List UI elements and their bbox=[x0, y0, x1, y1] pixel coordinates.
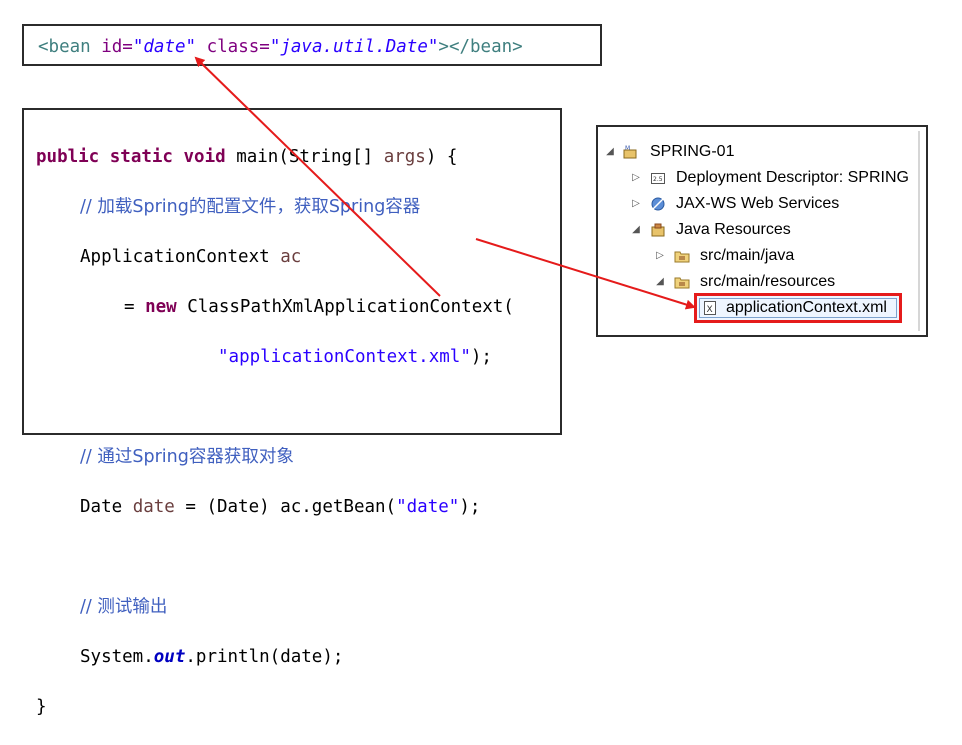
code-comment-load-config: // 加载Spring的配置文件，获取Spring容器 bbox=[80, 197, 421, 217]
source-folder-icon bbox=[674, 274, 690, 290]
svg-text:M: M bbox=[625, 145, 630, 152]
svg-text:2.5: 2.5 bbox=[653, 176, 663, 183]
web-services-icon bbox=[650, 196, 666, 212]
source-folder-icon bbox=[674, 248, 690, 264]
expanded-triangle-icon[interactable]: ◢ bbox=[654, 269, 666, 295]
tree-node-src-main-resources[interactable]: ◢ src/main/resources bbox=[598, 269, 926, 295]
code-line-println: System.out.println(date); bbox=[80, 647, 344, 667]
svg-text:X: X bbox=[707, 305, 713, 315]
config-filename-string: "applicationContext.xml" bbox=[218, 347, 471, 367]
code-line-close-brace: } bbox=[36, 697, 47, 717]
xml-class-attr: class= bbox=[206, 37, 270, 57]
xml-id-value: "date" bbox=[132, 37, 197, 57]
code-comment-get-object: // 通过Spring容器获取对象 bbox=[80, 447, 294, 467]
xml-file-icon: X bbox=[702, 300, 718, 316]
web-project-icon: M bbox=[622, 144, 638, 160]
java-code-snippet: public static void main(String[] args) {… bbox=[22, 108, 562, 717]
code-line-main-signature: public static void main(String[] args) { bbox=[36, 147, 458, 167]
tree-node-src-main-java[interactable]: ▷ src/main/java bbox=[598, 243, 926, 269]
tree-node-project[interactable]: ◢ M SPRING-01 bbox=[598, 139, 926, 165]
tree-node-deployment-descriptor[interactable]: ▷ 2.5 Deployment Descriptor: SPRING bbox=[598, 165, 926, 191]
xml-class-value: "java.util.Date" bbox=[269, 37, 439, 57]
expanded-triangle-icon[interactable]: ◢ bbox=[604, 139, 616, 165]
deployment-descriptor-icon: 2.5 bbox=[650, 170, 666, 186]
tree-node-jaxws[interactable]: ▷ JAX-WS Web Services bbox=[598, 191, 926, 217]
bean-id-string: "date" bbox=[396, 497, 460, 517]
code-line-context-decl: ApplicationContext ac bbox=[80, 247, 302, 267]
tree-node-java-resources[interactable]: ◢ Java Resources bbox=[598, 217, 926, 243]
collapsed-triangle-icon[interactable]: ▷ bbox=[654, 243, 666, 269]
collapsed-triangle-icon[interactable]: ▷ bbox=[630, 191, 642, 217]
xml-id-attr: id= bbox=[101, 37, 133, 57]
code-comment-test-output: // 测试输出 bbox=[80, 597, 168, 617]
code-line-new-context: = new ClassPathXmlApplicationContext( bbox=[124, 297, 514, 317]
xml-open-tag: <bean bbox=[38, 37, 91, 57]
project-explorer-tree: ◢ M SPRING-01 ▷ 2.5 Deployment Descripto… bbox=[596, 125, 928, 337]
code-line-get-bean: Date date = (Date) ac.getBean("date"); bbox=[80, 497, 481, 517]
java-resources-icon bbox=[650, 222, 666, 238]
code-line-config-filename: "applicationContext.xml"); bbox=[218, 347, 492, 367]
xml-bean-snippet: <bean id="date" class="java.util.Date"><… bbox=[22, 24, 602, 66]
tree-node-application-context-xml[interactable]: X applicationContext.xml bbox=[598, 293, 926, 323]
xml-close-tag: ></bean> bbox=[438, 37, 523, 57]
collapsed-triangle-icon[interactable]: ▷ bbox=[630, 165, 642, 191]
expanded-triangle-icon[interactable]: ◢ bbox=[630, 217, 642, 243]
